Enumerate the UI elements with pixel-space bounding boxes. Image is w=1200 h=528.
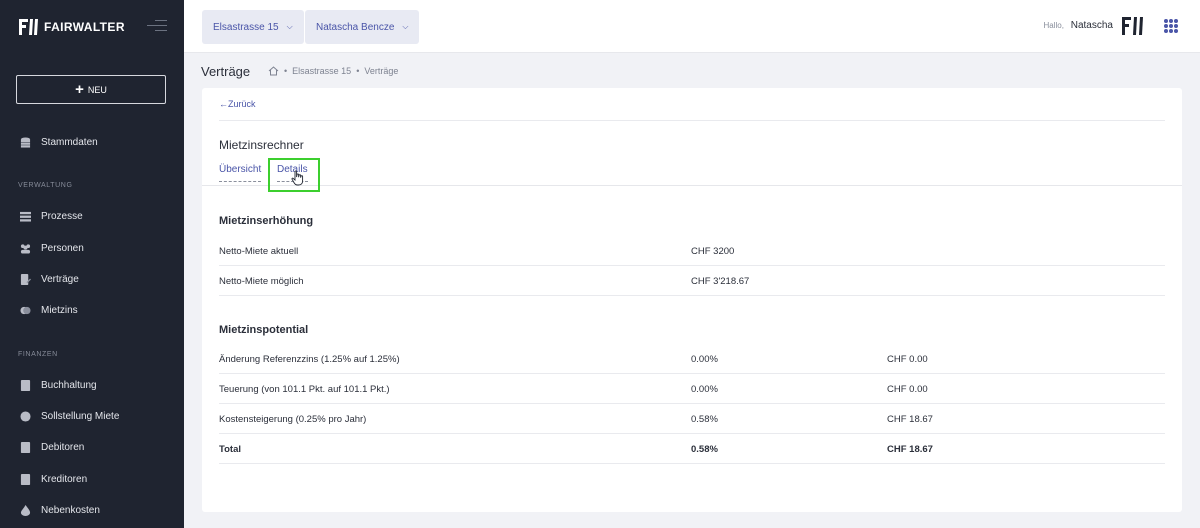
flame-icon	[20, 504, 31, 516]
breadcrumb-separator: •	[356, 66, 360, 76]
chevron-down-icon: ⌵	[402, 22, 409, 31]
row-amount: CHF 18.67	[887, 414, 933, 425]
tab-uebersicht[interactable]: Übersicht	[219, 164, 262, 182]
breadcrumb-separator: •	[284, 66, 288, 76]
brand-name: FAIRWALTER	[44, 20, 125, 34]
list-icon	[20, 211, 31, 222]
sidebar-item-label: Buchhaltung	[41, 379, 97, 391]
sidebar-item-sollstellung-miete[interactable]: Sollstellung Miete	[20, 408, 119, 424]
row-amount: CHF 0.00	[887, 354, 928, 365]
table-row: Teuerung (von 101.1 Pkt. auf 101.1 Pkt.)…	[219, 374, 1165, 404]
table-row: Änderung Referenzzins (1.25% auf 1.25%) …	[219, 344, 1165, 374]
calculator-icon	[20, 379, 31, 391]
apps-grid-icon[interactable]	[1164, 19, 1178, 33]
breadcrumb-item[interactable]: Elsastrasse 15	[292, 66, 351, 76]
money-icon	[20, 410, 31, 422]
row-label: Netto-Miete möglich	[219, 276, 304, 287]
row-percent: 0.58%	[691, 414, 718, 425]
sidebar-item-buchhaltung[interactable]: Buchhaltung	[20, 377, 97, 393]
sidebar-item-prozesse[interactable]: Prozesse	[20, 208, 83, 224]
divider	[219, 120, 1165, 121]
row-value: CHF 3'218.67	[691, 276, 750, 287]
fairwalter-logo-icon	[19, 19, 38, 35]
sidebar-item-nebenkosten[interactable]: Nebenkosten	[20, 502, 100, 518]
plus-icon: +	[75, 80, 84, 98]
chevron-down-icon: ⌵	[286, 22, 293, 31]
collapse-menu-icon[interactable]	[147, 20, 167, 34]
page-title: Verträge	[201, 64, 251, 79]
sidebar-item-label: Prozesse	[41, 210, 83, 222]
person-select-value: Natascha Bencze	[316, 21, 395, 33]
hand-cursor-icon	[291, 170, 304, 186]
tabs-divider	[202, 185, 1182, 186]
row-percent: 0.00%	[691, 384, 718, 395]
new-button-label: NEU	[87, 84, 107, 95]
section-label-finanzen: FINANZEN	[18, 351, 58, 358]
new-button[interactable]: + NEU	[16, 75, 166, 104]
sidebar-item-label: Sollstellung Miete	[41, 410, 120, 422]
sidebar-item-label: Debitoren	[41, 441, 85, 453]
sidebar-item-label: Kreditoren	[41, 473, 88, 485]
user-name: Natascha	[1070, 20, 1113, 31]
users-icon	[20, 243, 31, 254]
row-label: Änderung Referenzzins (1.25% auf 1.25%)	[219, 354, 400, 365]
coins-icon	[20, 306, 31, 314]
back-link[interactable]: ←Zurück	[219, 99, 256, 109]
rent-calculator-card: ←Zurück Mietzinsrechner Übersicht Detail…	[202, 88, 1182, 512]
card-title: Mietzinsrechner	[219, 138, 304, 152]
breadcrumb: • Elsastrasse 15 • Verträge	[268, 66, 398, 76]
sidebar-item-mietzins[interactable]: Mietzins	[20, 302, 78, 318]
section-heading-mietzinspotential: Mietzinspotential	[219, 324, 309, 336]
sidebar-item-label: Nebenkosten	[41, 504, 100, 516]
sidebar-item-label: Verträge	[41, 273, 79, 285]
user-greeting[interactable]: Hallo, Natascha	[1044, 20, 1113, 31]
sidebar-item-label: Personen	[41, 242, 84, 254]
sidebar-item-personen[interactable]: Personen	[20, 240, 84, 256]
sidebar-item-vertraege[interactable]: Verträge	[20, 271, 79, 287]
person-select[interactable]: Natascha Bencze ⌵	[305, 10, 420, 44]
receipt-icon	[20, 441, 31, 453]
row-label: Teuerung (von 101.1 Pkt. auf 101.1 Pkt.)	[219, 384, 390, 395]
sidebar-item-label: Mietzins	[41, 304, 78, 316]
fairwalter-logo-icon	[1122, 17, 1143, 35]
invoice-icon	[20, 473, 31, 485]
table-row: Netto-Miete aktuell CHF 3200	[219, 236, 1165, 266]
section-label-verwaltung: VERWALTUNG	[18, 182, 73, 189]
row-value: CHF 3200	[691, 246, 735, 257]
home-icon[interactable]	[268, 66, 279, 76]
property-select[interactable]: Elsastrasse 15 ⌵	[202, 10, 304, 44]
table-row-total: Total 0.58% CHF 18.67	[219, 434, 1165, 464]
breadcrumb-item: Verträge	[364, 66, 399, 76]
row-label: Total	[219, 444, 241, 455]
property-select-value: Elsastrasse 15	[213, 21, 279, 33]
database-icon	[20, 136, 31, 148]
section-heading-mietzinserhoehung: Mietzinserhöhung	[219, 215, 314, 227]
table-row: Kostensteigerung (0.25% pro Jahr) 0.58% …	[219, 404, 1165, 434]
row-label: Kostensteigerung (0.25% pro Jahr)	[219, 414, 367, 425]
topbar: Elsastrasse 15 ⌵ Natascha Bencze ⌵ Hallo…	[184, 0, 1200, 53]
greeting-prefix: Hallo,	[1043, 21, 1064, 30]
row-percent: 0.58%	[691, 444, 718, 455]
sidebar: FAIRWALTER + NEU Stammdaten VERWALTUNG P…	[0, 0, 184, 528]
contract-icon	[20, 273, 31, 285]
table-row: Netto-Miete möglich CHF 3'218.67	[219, 266, 1165, 296]
row-label: Netto-Miete aktuell	[219, 246, 299, 257]
sidebar-item-debitoren[interactable]: Debitoren	[20, 439, 84, 455]
row-amount: CHF 18.67	[887, 444, 933, 455]
sidebar-item-stammdaten[interactable]: Stammdaten	[20, 134, 98, 150]
sidebar-item-label: Stammdaten	[41, 136, 98, 148]
sidebar-item-kreditoren[interactable]: Kreditoren	[20, 471, 87, 487]
row-percent: 0.00%	[691, 354, 718, 365]
row-amount: CHF 0.00	[887, 384, 928, 395]
brand-logo[interactable]: FAIRWALTER	[19, 17, 125, 37]
